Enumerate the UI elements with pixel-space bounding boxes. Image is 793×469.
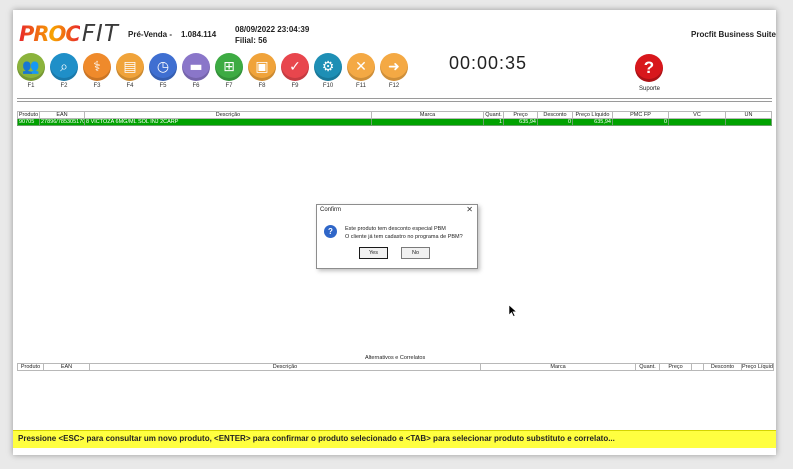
check-icon: ✓ bbox=[281, 53, 309, 81]
column-header[interactable]: Desconto bbox=[703, 363, 742, 371]
table-cell bbox=[725, 118, 772, 126]
column-header[interactable]: VC bbox=[668, 111, 726, 119]
toolbar-key-label: F8 bbox=[258, 83, 266, 89]
table-cell: 90705 bbox=[17, 118, 40, 126]
status-message: Pressione <ESC> para consultar um novo p… bbox=[18, 434, 615, 443]
dialog-message-line: Este produto tem desconto especial PBM bbox=[345, 226, 446, 232]
truck-icon: ▬ bbox=[182, 53, 210, 81]
dialog-title: Confirm bbox=[320, 207, 342, 213]
products-table: Produto EAN Descrição Marca Quant. Preço… bbox=[17, 111, 772, 126]
toolbar-button-f9[interactable]: ✓ F9 bbox=[281, 53, 311, 99]
close-icon[interactable]: ✕ bbox=[466, 205, 473, 214]
caduceus-icon: ⚕ bbox=[83, 53, 111, 81]
table-header-row: Produto EAN Descrição Marca Quant. Preço… bbox=[17, 111, 772, 119]
toolbar-button-f6[interactable]: ▬ F6 bbox=[182, 53, 212, 99]
main-window: PROC FIT Pré-Venda - 1.084.114 08/09/202… bbox=[13, 10, 776, 455]
toolbar-key-label: F10 bbox=[322, 83, 334, 89]
search-icon: ⌕ bbox=[50, 53, 78, 81]
id-card-icon: ▤ bbox=[116, 53, 144, 81]
table-header-row: Produto EAN Descrição Marca Quant. Preço… bbox=[17, 363, 774, 371]
column-header[interactable]: Desconto bbox=[537, 111, 573, 119]
gears-icon: ⚙ bbox=[314, 53, 342, 81]
support-label: Suporte bbox=[639, 86, 661, 92]
column-header[interactable]: Preço bbox=[503, 111, 538, 119]
cart-icon: ⊞ bbox=[215, 53, 243, 81]
column-header[interactable] bbox=[691, 363, 704, 371]
people-icon: 👥 bbox=[17, 53, 45, 81]
datetime-label: 08/09/2022 23:04:39 bbox=[235, 25, 310, 34]
toolbar-key-label: F9 bbox=[291, 83, 299, 89]
toolbar-button-f11[interactable]: ✕ F11 bbox=[347, 53, 377, 99]
column-header[interactable]: Quant. bbox=[483, 111, 504, 119]
column-header[interactable]: PMC FP bbox=[612, 111, 669, 119]
version-label: 1.084.114 bbox=[181, 30, 217, 39]
table-cell: 8 VICTOZA 6MG/ML SOL INJ 2CARP bbox=[84, 118, 372, 126]
column-header[interactable]: Marca bbox=[480, 363, 636, 371]
table-cell: 1 bbox=[483, 118, 504, 126]
column-header[interactable]: Preço Líquido bbox=[741, 363, 774, 371]
divider bbox=[17, 101, 772, 102]
toolbar-button-f10[interactable]: ⚙ F10 bbox=[314, 53, 344, 99]
column-header[interactable]: Produto bbox=[17, 363, 44, 371]
toolbar-key-label: F7 bbox=[225, 83, 233, 89]
procfit-logo: PROC FIT bbox=[19, 21, 119, 47]
column-header[interactable]: Preço Líquido bbox=[572, 111, 613, 119]
cancel-icon: ✕ bbox=[347, 53, 375, 81]
confirm-dialog: Confirm ✕ ? Este produto tem desconto es… bbox=[316, 204, 478, 269]
toolbar-button-f12[interactable]: ➜ F12 bbox=[380, 53, 410, 99]
toolbar-key-label: F11 bbox=[356, 83, 366, 89]
divider bbox=[17, 98, 772, 99]
column-header[interactable]: Quant. bbox=[635, 363, 660, 371]
alternatives-table: Produto EAN Descrição Marca Quant. Preço… bbox=[17, 363, 774, 371]
toolbar-key-label: F5 bbox=[159, 83, 167, 89]
suite-title: Procfit Business Suite bbox=[691, 30, 776, 39]
column-header[interactable]: EAN bbox=[39, 111, 85, 119]
toolbar-key-label: F4 bbox=[126, 83, 134, 89]
clock-icon: ◷ bbox=[149, 53, 177, 81]
table-cell: 0 bbox=[537, 118, 573, 126]
table-cell: 27896/785305170 bbox=[39, 118, 85, 126]
column-header[interactable]: Descrição bbox=[84, 111, 372, 119]
column-header[interactable]: Produto bbox=[17, 111, 40, 119]
column-header[interactable]: UN bbox=[725, 111, 772, 119]
dialog-message-line: O cliente já tem cadastro no programa de… bbox=[345, 234, 463, 240]
question-icon: ? bbox=[643, 58, 655, 77]
no-button[interactable]: No bbox=[401, 247, 430, 259]
table-cell: 0 bbox=[612, 118, 669, 126]
arrow-right-icon: ➜ bbox=[380, 53, 408, 81]
module-label: Pré-Venda - bbox=[128, 30, 173, 39]
column-header[interactable]: Descrição bbox=[89, 363, 481, 371]
toolbar-key-label: F3 bbox=[93, 83, 101, 89]
toolbar-key-label: F2 bbox=[60, 83, 68, 89]
column-header[interactable]: EAN bbox=[43, 363, 90, 371]
toolbar-button-f1[interactable]: 👥 F1 bbox=[17, 53, 47, 99]
toolbar-button-f3[interactable]: ⚕ F3 bbox=[83, 53, 113, 99]
toolbar-key-label: F12 bbox=[388, 83, 400, 89]
toolbar-button-f5[interactable]: ◷ F5 bbox=[149, 53, 179, 99]
support-button[interactable]: ? bbox=[635, 54, 663, 82]
toolbar-key-label: F1 bbox=[27, 83, 35, 89]
question-icon: ? bbox=[324, 225, 337, 238]
document-icon: ▣ bbox=[248, 53, 276, 81]
table-cell bbox=[668, 118, 726, 126]
yes-button[interactable]: Yes bbox=[359, 247, 388, 259]
status-bar: Pressione <ESC> para consultar um novo p… bbox=[13, 430, 776, 448]
table-row[interactable]: 90705 27896/785305170 8 VICTOZA 6MG/ML S… bbox=[17, 118, 772, 126]
alternatives-title: Alternativos e Correlatos bbox=[365, 355, 426, 361]
column-header[interactable]: Preço bbox=[659, 363, 692, 371]
table-cell bbox=[371, 118, 484, 126]
toolbar-button-f8[interactable]: ▣ F8 bbox=[248, 53, 278, 99]
table-cell: 635,94 bbox=[503, 118, 538, 126]
table-cell: 635,94 bbox=[572, 118, 613, 126]
branch-label: Filial: 56 bbox=[235, 36, 268, 45]
session-timer: 00:00:35 bbox=[449, 53, 528, 73]
mouse-pointer-icon bbox=[509, 305, 518, 317]
column-header[interactable]: Marca bbox=[371, 111, 484, 119]
dialog-message: Este produto tem desconto especial PBM O… bbox=[345, 225, 463, 241]
toolbar-button-f7[interactable]: ⊞ F7 bbox=[215, 53, 245, 99]
toolbar-key-label: F6 bbox=[192, 83, 200, 89]
toolbar-button-f2[interactable]: ⌕ F2 bbox=[50, 53, 80, 99]
toolbar-button-f4[interactable]: ▤ F4 bbox=[116, 53, 146, 99]
